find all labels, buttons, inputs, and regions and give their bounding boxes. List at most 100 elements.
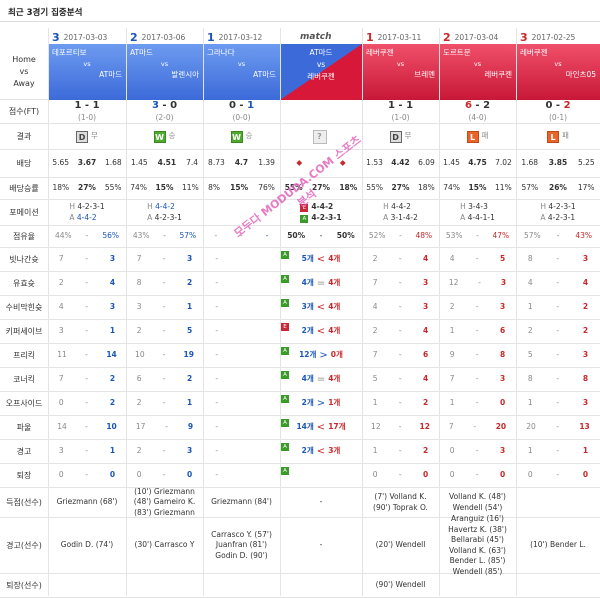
stat-cell: 0 - 1 (0-0): [203, 100, 280, 123]
stat-cell: 7 - 6: [362, 344, 439, 367]
stat-value: 47%: [492, 231, 510, 241]
compare-arrow-icon: >: [319, 349, 328, 361]
stat-value: 2: [423, 398, 429, 408]
stat-value: -: [475, 254, 479, 264]
card-players: (20') Wendell: [375, 540, 426, 550]
stat-value: 15%: [230, 183, 249, 193]
match-team-box[interactable]: AT마드 vs 레버쿠젠: [280, 44, 362, 100]
formation-h: 4-4-2: [311, 201, 334, 211]
match-cell: A: [280, 464, 362, 487]
stat-trio: 0 - 2: [48, 398, 126, 409]
team-box[interactable]: AT마드 vs 발렌시아: [126, 44, 203, 100]
stat-value: 7: [372, 278, 378, 288]
stat-value: 17%: [577, 183, 595, 193]
match-goals: -: [319, 497, 323, 507]
team-box[interactable]: 레버쿠젠 vs 브레멘: [362, 44, 439, 100]
score-block: 1 - 1 (1-0): [388, 99, 413, 124]
stat-trio: 7 - 2: [48, 374, 126, 385]
stat-value: 1.45: [130, 158, 148, 168]
stat-cell: Carrasco Y. (57') Juanfran (81') Godin D…: [203, 518, 280, 573]
match-compare: 5개 <4개: [302, 253, 341, 267]
stat-cell: 7 - 2: [48, 368, 126, 391]
stat-value: 43%: [132, 231, 150, 241]
match-cell: A 14개 <17개: [280, 416, 362, 439]
vs-text: vs: [554, 60, 562, 68]
match-order-number: 1: [207, 30, 215, 44]
stat-cell: 1 - 6: [439, 320, 516, 343]
score: 1 - 1: [74, 99, 99, 113]
score-home: 6: [464, 100, 472, 112]
stat-row-keeper_saves: 키퍼세이브 3 - 1 2 - 5 - 2 - 4 1 - 6 2 - 2 E 2개 <4개: [0, 320, 600, 344]
formation-away: A 3-1-4-2: [383, 213, 418, 224]
stat-value: 3: [582, 254, 589, 264]
stat-value: 3: [136, 302, 142, 312]
team-box[interactable]: 레버쿠젠 vs 마인츠05: [516, 44, 600, 100]
stat-cell: 1.68 3.85 5.25: [516, 150, 600, 177]
formation-a: 4-2-3-1: [547, 212, 576, 222]
stat-value: -: [163, 231, 166, 241]
stat-value: 8: [136, 278, 142, 288]
team-box[interactable]: 도르트문 vs 레버쿠젠: [439, 44, 516, 100]
stat-value: -: [398, 302, 402, 312]
stat-value: 57%: [179, 231, 197, 241]
stat-value: -: [475, 350, 479, 360]
stat-value: -: [398, 422, 402, 432]
score-block: 3 - 0 (2-0): [152, 99, 177, 124]
formation-block: H 3-4-3 A 4-4-1-1: [460, 202, 495, 224]
compare-arrow-icon: <: [316, 301, 326, 313]
stat-value: 14: [57, 422, 67, 432]
stat-trio: 0 - 0: [439, 470, 516, 481]
stat-cell: (10') Bender L.: [516, 518, 600, 573]
stat-trio: 3 - 1: [126, 302, 203, 313]
team-box[interactable]: 그라나다 vs AT마드: [203, 44, 280, 100]
halftime-score: (0-0): [232, 113, 251, 123]
formation-away: A 4-2-3-1: [147, 213, 182, 224]
stat-cell: 14 - 10: [48, 416, 126, 439]
team-box[interactable]: 데포르티보 vs AT마드: [48, 44, 126, 100]
stat-value: -: [556, 254, 560, 264]
stat-value: 15%: [155, 183, 174, 193]
stat-cell: 0 - 2: [48, 392, 126, 415]
row-label: 점유율: [12, 231, 36, 241]
stat-trio: 4 - 3: [48, 302, 126, 313]
stat-value: -: [398, 254, 402, 264]
stat-value: 50%: [287, 231, 306, 241]
stat-trio: -: [203, 398, 280, 409]
stat-value: -: [85, 470, 89, 480]
match-home-name: AT마드: [309, 48, 333, 57]
goal-scorers: (10') Griezmann (48') Gameiro K. (83') G…: [133, 486, 196, 517]
stat-cell: [48, 574, 126, 597]
stat-trio: 12 - 3: [439, 278, 516, 289]
score-sep: -: [471, 100, 484, 112]
column-divider: [48, 28, 49, 596]
stat-cell: 3 - 0 (2-0): [126, 100, 203, 123]
match-cards: -: [319, 540, 323, 550]
stat-trio: 7 - 3: [126, 254, 203, 265]
match-away-value: 4개: [328, 326, 341, 336]
goal-scorers: (7') Volland K. (90') Toprak O.: [373, 492, 428, 512]
stat-cell: 2 - 5: [126, 320, 203, 343]
stat-value: 9: [449, 350, 455, 360]
stat-value: 3: [582, 398, 589, 408]
away-team-name: 발렌시아: [171, 70, 199, 80]
stat-value: -: [556, 374, 560, 384]
stat-value: -: [475, 326, 479, 336]
away-team-name: AT마드: [253, 70, 276, 80]
stat-value: 18%: [52, 183, 70, 193]
stat-value: -: [398, 278, 402, 288]
stat-value: 2: [109, 374, 116, 384]
stat-value: 8: [500, 350, 506, 360]
formation-home: H 4-4-2: [383, 202, 411, 213]
halftime-score: (1-0): [391, 113, 410, 123]
stat-cell: -: [203, 296, 280, 319]
match-compare: 14개 <17개: [296, 421, 345, 435]
stat-cell: 5 - 3: [516, 344, 600, 367]
stat-cell: 2 - 2: [516, 320, 600, 343]
stat-cell: D무: [48, 124, 126, 149]
stat-cell: [516, 488, 600, 517]
stat-value: 11%: [495, 183, 512, 193]
match-home-value: 2개: [301, 326, 314, 336]
stat-value: -: [215, 398, 219, 408]
formation-block: H 4-4-2 A 4-2-3-1: [147, 202, 182, 224]
stat-trio: 12 - 12: [362, 422, 439, 433]
